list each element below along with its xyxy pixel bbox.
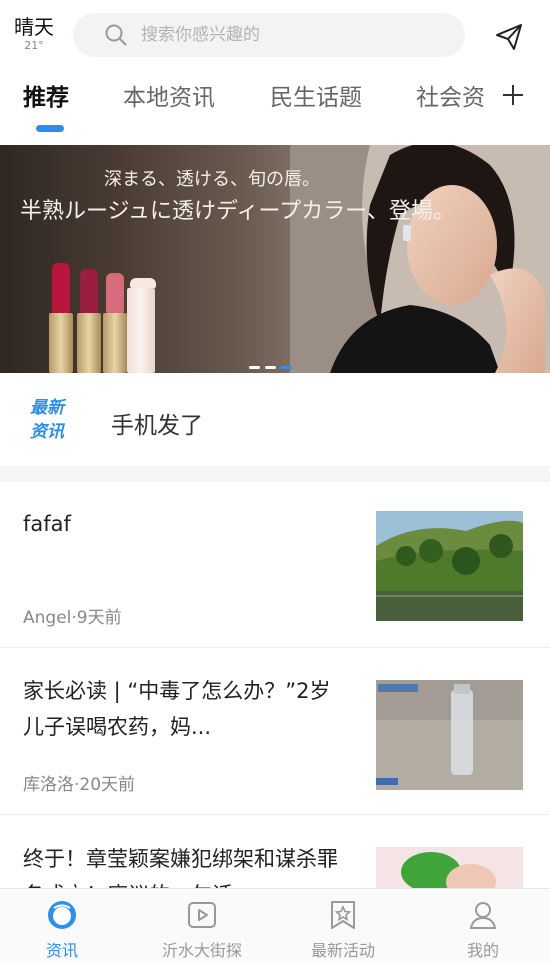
feed-item-thumbnail [376,680,523,790]
send-icon[interactable] [494,22,524,52]
tab-livelihood[interactable]: 民生话题 [270,78,362,112]
section-gap [0,466,550,482]
feed-item-thumbnail [376,847,523,888]
weather-widget[interactable]: 晴天 21° [10,14,58,52]
carousel-dots [249,354,297,373]
carousel-dot[interactable] [281,366,292,369]
feed-item[interactable]: 终于！章莹颖案嫌犯绑架和谋杀罪名成立！庭议的一句话 [0,815,550,888]
nav-street-explore[interactable]: 沂水大街探 [132,889,272,963]
activity-icon [331,901,355,929]
nav-profile[interactable]: 我的 [413,889,550,963]
carousel-dot[interactable] [265,366,276,369]
add-tab-icon[interactable] [496,76,536,116]
search-input[interactable] [139,24,443,46]
nav-label: 资讯 [45,941,78,960]
banner-headline-2: 半熟ルージュに透けディープカラー、登場。 [20,199,455,224]
feed-item[interactable]: fafaf Angel·9天前 [0,482,550,647]
nav-news[interactable]: 资讯 [0,889,132,963]
search-bar[interactable] [73,13,465,57]
banner-model-image [290,145,550,373]
latest-news-ticker[interactable]: 最新 资讯 手机发了 [0,376,550,466]
profile-icon [469,902,497,929]
nav-label: 最新活动 [310,941,375,960]
latest-news-logo-line2: 资讯 [30,422,64,442]
latest-news-text[interactable]: 手机发了 [111,406,203,440]
latest-news-logo: 最新 资讯 [30,396,74,446]
search-icon [105,24,127,46]
tab-society[interactable]: 社会资 [416,78,485,112]
latest-news-logo-line1: 最新 [30,398,64,418]
video-icon [188,902,216,928]
bottom-nav: 资讯 沂水大街探 最新活动 我的 [0,888,550,963]
carousel-dot[interactable] [249,366,260,369]
nav-latest-activity[interactable]: 最新活动 [273,889,413,963]
feed-item-thumbnail [376,511,523,621]
feed-item-title[interactable]: fafaf [23,506,343,542]
nav-label: 沂水大街探 [161,941,242,960]
weather-temperature: 21° [24,39,44,52]
tab-local-news[interactable]: 本地资讯 [123,78,215,112]
weather-condition: 晴天 [14,15,54,39]
tab-recommend[interactable]: 推荐 [23,78,69,112]
feed-item-meta: 库洛洛·20天前 [23,775,136,795]
category-tabs: 推荐 本地资讯 民生话题 社会资 [0,70,550,140]
active-tab-indicator [36,125,64,132]
feed-item-meta: Angel·9天前 [23,608,122,628]
nav-label: 我的 [466,941,499,960]
feed-item-title[interactable]: 家长必读 | “中毒了怎么办？”2岁儿子误喝农药，妈... [23,673,343,745]
banner-headline-1: 深まる、透ける、旬の唇。 [104,169,320,190]
news-icon [48,901,76,929]
feed-item[interactable]: 家长必读 | “中毒了怎么办？”2岁儿子误喝农药，妈... 库洛洛·20天前 [0,648,550,814]
banner-carousel[interactable]: 深まる、透ける、旬の唇。 半熟ルージュに透けディープカラー、登場。 [0,145,550,373]
feed-item-title[interactable]: 终于！章莹颖案嫌犯绑架和谋杀罪名成立！庭议的一句话 [23,841,343,888]
